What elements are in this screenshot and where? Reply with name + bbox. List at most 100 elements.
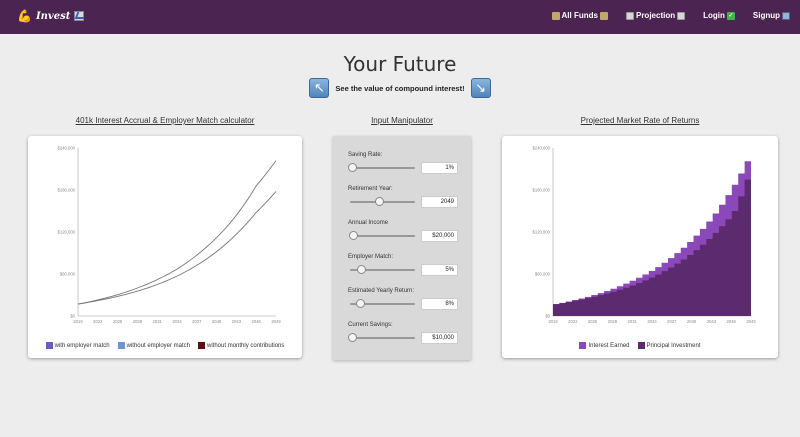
slider-thumb[interactable] xyxy=(348,333,357,342)
check-icon: ✓ xyxy=(726,11,735,20)
x-tick-label: 2043 xyxy=(232,319,242,324)
x-tick-label: 2046 xyxy=(727,319,737,324)
page-title: Your Future xyxy=(343,52,457,76)
field-label: Current Savings: xyxy=(348,322,393,328)
legend-item[interactable]: without employer match xyxy=(117,342,191,349)
current-savings-field: Current Savings: $10,000 xyxy=(348,322,458,344)
legend-swatch xyxy=(637,342,645,349)
nav-link-all-funds[interactable]: All Funds xyxy=(551,11,608,20)
y-tick-label: $60,000 xyxy=(60,272,76,277)
subtitle-row: ↖ See the value of compound interest! ↘ xyxy=(0,78,800,98)
bar-chart-icon xyxy=(625,11,634,20)
annual-income-field: Annual Income $20,000 xyxy=(348,220,458,242)
y-tick-label: $0 xyxy=(545,314,550,319)
slider-thumb[interactable] xyxy=(356,299,366,308)
chart-icon xyxy=(74,11,85,21)
field-label: Saving Rate: xyxy=(348,152,383,158)
line-chart: $0 $60,000 $120,000 $180,000 $240,000 2019 202… xyxy=(58,146,282,325)
legend-label: without monthly contributions xyxy=(207,342,285,349)
nav-links: All Funds Projection Login ✓ Signup xyxy=(551,11,790,20)
field-label: Employer Match: xyxy=(348,254,394,260)
section-title-calculator[interactable]: 401k Interest Accrual & Employer Match c… xyxy=(28,116,302,125)
slider-thumb[interactable] xyxy=(349,231,359,240)
returns-chart-card: $0 $60,000 $120,000 $180,000 $240,000 2019 202… xyxy=(502,136,778,358)
nav-link-projection[interactable]: Projection xyxy=(625,11,686,20)
legend-label: without employer match xyxy=(126,342,191,349)
y-tick-label: $180,000 xyxy=(533,188,551,193)
legend-item[interactable]: with employer match xyxy=(45,342,110,349)
x-tick-label: 2028 xyxy=(133,319,143,324)
subtitle: See the value of compound interest! xyxy=(335,83,465,93)
x-tick-label: 2034 xyxy=(647,319,657,324)
y-tick-label: $180,000 xyxy=(58,188,76,193)
legend-item[interactable]: Interest Earned xyxy=(579,342,630,349)
legend-label: Principal Investment xyxy=(646,342,701,349)
y-tick-label: $240,000 xyxy=(58,146,76,151)
legend-item[interactable]: Principal Investment xyxy=(637,342,701,349)
x-tick-label: 2022 xyxy=(93,319,103,324)
retirement-year-field: Retirement Year: 2049 xyxy=(348,186,458,208)
slider-thumb[interactable] xyxy=(357,265,366,274)
slider-thumb[interactable] xyxy=(375,197,384,206)
value-input[interactable]: $10,000 xyxy=(421,332,458,344)
x-tick-label: 2043 xyxy=(707,319,717,324)
nav-link-signup[interactable]: Signup xyxy=(753,11,790,20)
navbar: 💪 Invest All Funds Projection Login ✓ Si… xyxy=(0,0,800,34)
x-tick-label: 2028 xyxy=(608,319,618,324)
legend-item[interactable]: without monthly contributions xyxy=(198,342,284,349)
arrow-right-icon[interactable]: ↘ xyxy=(470,78,491,98)
money-icon xyxy=(599,11,608,20)
nav-link-label: Signup xyxy=(752,11,780,20)
field-label: Estimated Yearly Return: xyxy=(348,288,415,294)
x-tick-label: 2049 xyxy=(746,319,756,324)
x-tick-label: 2022 xyxy=(568,319,578,324)
x-tick-label: 2031 xyxy=(628,319,638,324)
slider-track[interactable] xyxy=(350,337,415,339)
x-tick-label: 2040 xyxy=(687,319,697,324)
x-tick-label: 2019 xyxy=(548,319,558,324)
value-input[interactable]: 5% xyxy=(421,264,458,276)
arrow-left-icon[interactable]: ↖ xyxy=(309,78,330,98)
legend-label: Interest Earned xyxy=(588,342,630,349)
nav-link-label: Projection xyxy=(635,11,676,20)
employer-match-field: Employer Match: 5% xyxy=(348,254,458,276)
x-tick-label: 2025 xyxy=(113,319,123,324)
input-manipulator-panel: Saving Rate: 1% Retirement Year: 2049 An… xyxy=(333,136,471,360)
x-tick-label: 2031 xyxy=(153,319,163,324)
estimated-return-field: Estimated Yearly Return: 8% xyxy=(348,288,458,310)
nav-link-label: All Funds xyxy=(561,11,598,20)
bar-chart-icon xyxy=(677,11,686,20)
section-title-manipulator[interactable]: Input Manipulator xyxy=(333,116,471,125)
value-input[interactable]: $20,000 xyxy=(421,230,458,242)
x-tick-label: 2037 xyxy=(192,319,202,324)
value-input[interactable]: 8% xyxy=(421,298,458,310)
chart-legend: Interest Earned Principal Investment xyxy=(502,342,778,349)
legend-swatch xyxy=(117,342,125,349)
area-chart: $0 $60,000 $120,000 $180,000 $240,000 2019 202… xyxy=(533,146,757,325)
y-tick-label: $0 xyxy=(70,314,75,319)
slider-thumb[interactable] xyxy=(348,163,357,172)
flexed-arm-icon: 💪 xyxy=(17,9,32,23)
series-line-without-employer-match xyxy=(77,191,277,305)
value-input[interactable]: 1% xyxy=(421,162,458,174)
series-line-with-employer-match xyxy=(77,160,277,305)
saving-rate-field: Saving Rate: 1% xyxy=(348,152,458,174)
x-tick-label: 2034 xyxy=(172,319,182,324)
x-tick-label: 2019 xyxy=(73,319,83,324)
x-tick-label: 2025 xyxy=(588,319,598,324)
area-Principal-Investment xyxy=(553,160,751,316)
money-icon xyxy=(551,11,560,20)
legend-swatch xyxy=(579,342,587,349)
slider-track[interactable] xyxy=(350,167,415,169)
brand-logo[interactable]: 💪 Invest xyxy=(17,9,85,23)
value-input[interactable]: 2049 xyxy=(421,196,458,208)
legend-swatch xyxy=(45,342,53,349)
x-tick-label: 2049 xyxy=(271,319,281,324)
x-tick-label: 2040 xyxy=(212,319,222,324)
field-label: Retirement Year: xyxy=(348,186,393,192)
slider-track[interactable] xyxy=(350,235,415,237)
section-title-returns[interactable]: Projected Market Rate of Returns xyxy=(502,116,778,125)
brand-name: Invest xyxy=(35,10,71,22)
nav-link-login[interactable]: Login ✓ xyxy=(703,11,735,20)
x-tick-label: 2037 xyxy=(667,319,677,324)
